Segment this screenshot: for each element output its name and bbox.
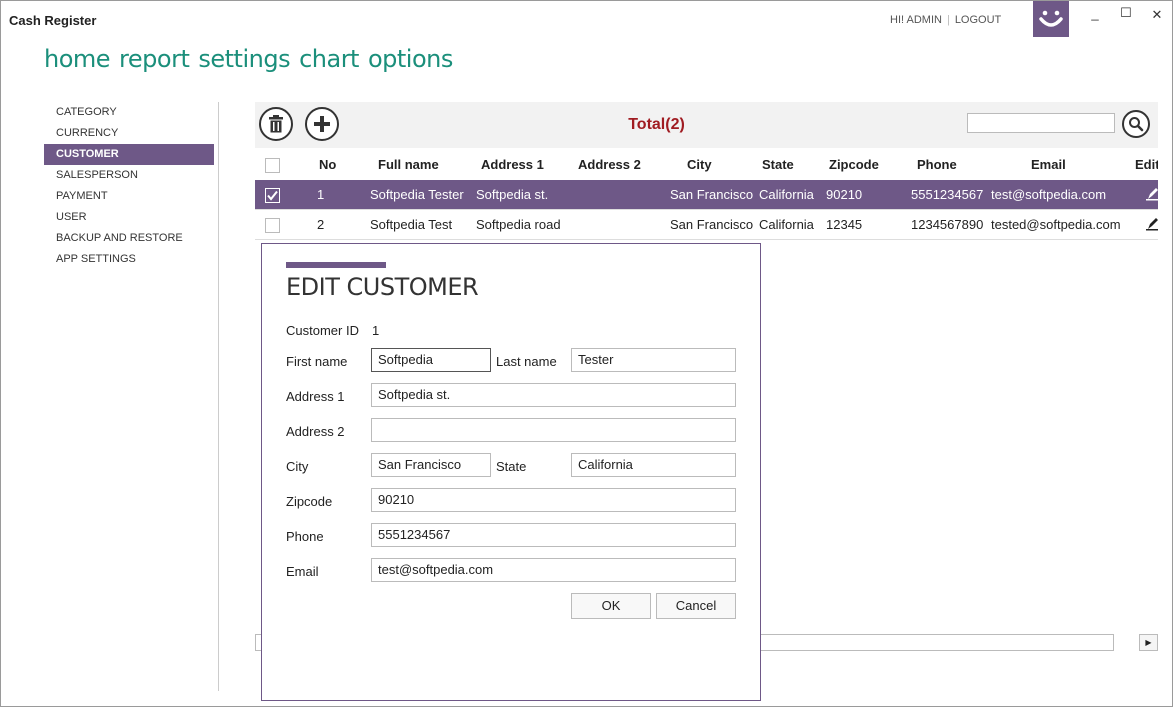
scroll-right-arrow-icon[interactable]: ▶ xyxy=(1139,634,1158,651)
cell-full-name: Softpedia Tester xyxy=(370,187,464,202)
city-field[interactable]: San Francisco xyxy=(371,453,491,477)
nav-settings[interactable]: settings xyxy=(198,45,290,73)
col-no: No xyxy=(319,157,337,172)
state-label: State xyxy=(496,459,527,474)
cancel-button[interactable]: Cancel xyxy=(656,593,736,619)
zipcode-field[interactable]: 90210 xyxy=(371,488,736,512)
cell-city: San Francisco xyxy=(670,217,754,232)
nav-options[interactable]: options xyxy=(368,45,453,73)
email-label: Email xyxy=(286,564,319,579)
state-field[interactable]: California xyxy=(571,453,736,477)
user-area: HI! ADMIN | LOGOUT xyxy=(890,14,1002,26)
customer-id-value: 1 xyxy=(372,323,380,338)
sidebar-item-currency[interactable]: CURRENCY xyxy=(44,123,214,144)
sidebar-item-user[interactable]: USER xyxy=(44,207,214,228)
cell-email: tested@softpedia.com xyxy=(991,217,1121,232)
sidebar-item-salesperson[interactable]: SALESPERSON xyxy=(44,165,214,186)
address1-label: Address 1 xyxy=(286,389,345,404)
sidebar-item-payment[interactable]: PAYMENT xyxy=(44,186,214,207)
customer-id-label: Customer ID xyxy=(286,323,359,338)
table-header: No Full name Address 1 Address 2 City St… xyxy=(255,150,1158,179)
cell-zipcode: 12345 xyxy=(826,217,863,232)
total-count: Total(2) xyxy=(628,116,685,133)
dialog-title: EDIT CUSTOMER xyxy=(286,273,479,301)
cell-state: California xyxy=(759,187,814,202)
minimize-button[interactable]: _ xyxy=(1084,4,1106,24)
col-address2: Address 2 xyxy=(578,157,641,172)
cell-no: 2 xyxy=(317,217,325,232)
cell-full-name: Softpedia Test xyxy=(370,217,453,232)
col-state: State xyxy=(762,157,794,172)
sidebar-item-customer[interactable]: CUSTOMER xyxy=(44,144,214,165)
cell-address1: Softpedia road xyxy=(476,217,561,232)
edit-pencil-icon[interactable] xyxy=(1146,187,1158,201)
greeting: HI! ADMIN xyxy=(890,14,942,26)
first-name-field[interactable]: Softpedia xyxy=(371,348,491,372)
settings-sidebar: CATEGORY CURRENCY CUSTOMER SALESPERSON P… xyxy=(44,102,214,270)
cell-phone: 1234567890 xyxy=(911,217,984,232)
sidebar-item-backup-restore[interactable]: BACKUP AND RESTORE xyxy=(44,228,214,249)
select-all-checkbox[interactable] xyxy=(265,158,280,173)
phone-field[interactable]: 5551234567 xyxy=(371,523,736,547)
row-checkbox[interactable] xyxy=(265,188,280,203)
dialog-accent-bar xyxy=(286,262,386,268)
title-bar: Cash Register HI! ADMIN | LOGOUT _ ☐ ✕ xyxy=(1,1,1172,39)
cell-email: test@softpedia.com xyxy=(991,187,1107,202)
sidebar-item-app-settings[interactable]: APP SETTINGS xyxy=(44,249,214,270)
cell-phone: 5551234567 xyxy=(911,187,984,202)
email-field[interactable]: test@softpedia.com xyxy=(371,558,736,582)
ok-button[interactable]: OK xyxy=(571,593,651,619)
customer-toolbar: Total(2) xyxy=(255,102,1158,148)
table-row[interactable]: 2 Softpedia Test Softpedia road San Fran… xyxy=(255,210,1158,240)
col-edit: Edit xyxy=(1135,157,1158,172)
search-icon xyxy=(1129,117,1144,132)
cell-no: 1 xyxy=(317,187,325,202)
edit-customer-dialog: EDIT CUSTOMER Customer ID 1 First name S… xyxy=(261,243,761,701)
close-button[interactable]: ✕ xyxy=(1146,5,1168,25)
address2-field[interactable] xyxy=(371,418,736,442)
sidebar-divider xyxy=(218,102,219,691)
col-address1: Address 1 xyxy=(481,157,544,172)
cell-city: San Francisco xyxy=(670,187,754,202)
col-zipcode: Zipcode xyxy=(829,157,879,172)
zipcode-label: Zipcode xyxy=(286,494,333,509)
cell-zipcode: 90210 xyxy=(826,187,863,202)
col-full-name: Full name xyxy=(378,157,439,172)
cell-state: California xyxy=(759,217,814,232)
maximize-button[interactable]: ☐ xyxy=(1115,3,1137,23)
nav-chart[interactable]: chart xyxy=(299,45,359,73)
sidebar-item-category[interactable]: CATEGORY xyxy=(44,102,214,123)
last-name-label: Last name xyxy=(496,354,557,369)
col-phone: Phone xyxy=(917,157,957,172)
main-nav: home report settings chart options xyxy=(44,45,462,73)
search-input[interactable] xyxy=(967,113,1115,133)
nav-report[interactable]: report xyxy=(119,45,190,73)
city-label: City xyxy=(286,459,309,474)
phone-label: Phone xyxy=(286,529,324,544)
col-email: Email xyxy=(1031,157,1066,172)
app-window: Cash Register HI! ADMIN | LOGOUT _ ☐ ✕ hom… xyxy=(0,0,1173,707)
nav-home[interactable]: home xyxy=(44,45,111,73)
last-name-field[interactable]: Tester xyxy=(571,348,736,372)
smiley-logo-icon xyxy=(1033,1,1069,37)
check-icon xyxy=(267,190,278,201)
cell-address1: Softpedia st. xyxy=(476,187,549,202)
col-city: City xyxy=(687,157,712,172)
logout-link[interactable]: LOGOUT xyxy=(955,14,1001,26)
row-checkbox[interactable] xyxy=(265,218,280,233)
app-title: Cash Register xyxy=(9,13,97,28)
address2-label: Address 2 xyxy=(286,424,345,439)
table-row[interactable]: 1 Softpedia Tester Softpedia st. San Fra… xyxy=(255,180,1158,210)
search-button[interactable] xyxy=(1122,110,1150,138)
first-name-label: First name xyxy=(286,354,348,369)
edit-pencil-icon[interactable] xyxy=(1146,217,1158,231)
address1-field[interactable]: Softpedia st. xyxy=(371,383,736,407)
